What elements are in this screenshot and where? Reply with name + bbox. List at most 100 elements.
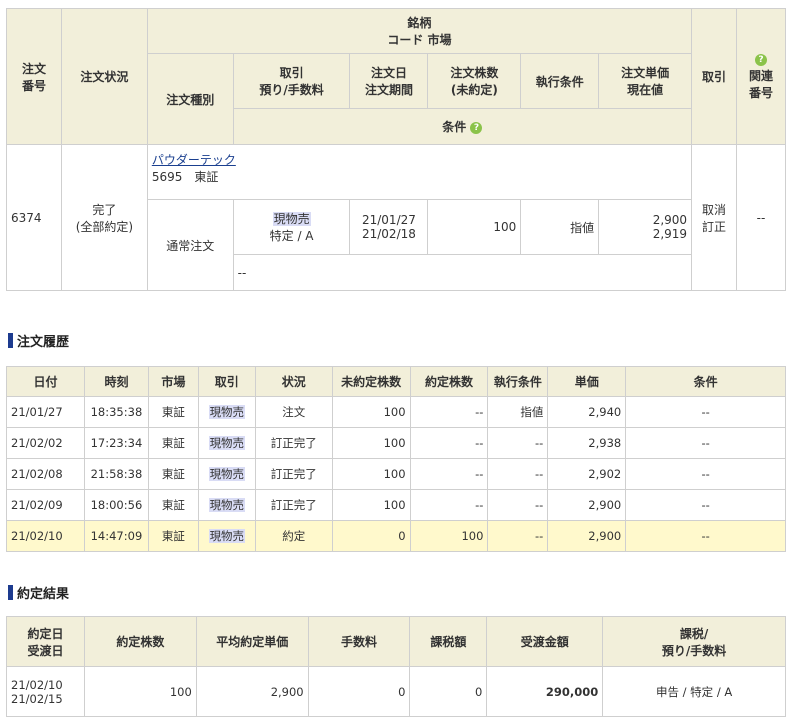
history-col-market: 市場 [147, 366, 199, 397]
unit-price-value: 2,900 2,919 [598, 199, 693, 255]
trade-value: 現物売 [272, 212, 311, 226]
table-cell: 100 [331, 427, 411, 459]
history-col-price: 単価 [547, 366, 627, 397]
stock-code-market: 5695 東証 [151, 170, 219, 184]
results-col-tax-account: 課税/ 預り/手数料 [602, 616, 786, 667]
history-col-status: 状況 [254, 366, 333, 397]
results-tax: 0 [409, 666, 488, 717]
results-col-fee: 手数料 [307, 616, 411, 667]
table-cell: 現物売 [197, 458, 256, 490]
table-cell: 18:00:56 [83, 489, 149, 521]
history-section-title: 注文履歴 [8, 331, 69, 350]
table-cell: -- [409, 396, 489, 428]
table-cell: 現物売 [197, 489, 256, 521]
related-label: 関連 番号 [748, 68, 773, 100]
table-cell: 約定 [254, 520, 333, 552]
table-cell: 訂正完了 [254, 427, 333, 459]
table-cell: 東証 [147, 458, 199, 490]
table-cell: 現物売 [197, 396, 256, 428]
table-cell: -- [625, 489, 786, 521]
section-bar-icon [8, 333, 13, 348]
table-cell: 100 [409, 520, 489, 552]
results-row: 21/02/10 21/02/15 100 2,900 0 0 290,000 … [6, 666, 786, 717]
stock-name-link[interactable]: パウダーテック [152, 153, 236, 167]
account-value: 特定 / A [269, 229, 314, 243]
col-trade: 取引 預り/手数料 [232, 53, 351, 109]
section-bar-icon [8, 585, 13, 600]
results-shares: 100 [83, 666, 197, 717]
order-detail-table: 注文 番号 注文状況 銘柄 コード 市場 取引 ? 関連 番号 注文種別 取引 … [6, 8, 787, 291]
results-avg-price: 2,900 [195, 666, 309, 717]
table-cell: 東証 [147, 396, 199, 428]
order-no-value: 6374 [6, 144, 62, 291]
table-cell: 21/02/02 [6, 427, 85, 459]
history-col-conditions: 条件 [625, 366, 786, 397]
exec-cond-value: 指値 [520, 199, 600, 255]
table-cell: 2,900 [547, 489, 627, 521]
table-cell: -- [409, 489, 489, 521]
table-cell: -- [487, 458, 549, 490]
results-header-row: 約定日 受渡日 約定株数 平均約定単価 手数料 課税額 受渡金額 課税/ 預り/… [6, 616, 786, 667]
history-col-exec-cond: 執行条件 [487, 366, 549, 397]
col-conditions: 条件 ? [232, 108, 693, 145]
help-icon[interactable]: ? [470, 121, 483, 134]
col-order-date: 注文日 注文期間 [349, 53, 429, 109]
table-cell: 2,938 [547, 427, 627, 459]
results-col-tax: 課税額 [409, 616, 488, 667]
table-cell: 21/01/27 [6, 396, 85, 428]
results-tax-account: 申告 / 特定 / A [602, 666, 786, 717]
table-cell: 東証 [147, 427, 199, 459]
related-value: -- [735, 144, 787, 291]
table-cell: 21:58:38 [83, 458, 149, 490]
history-col-date: 日付 [6, 366, 85, 397]
col-torihiki: 取引 [691, 8, 737, 145]
table-row: 21/02/08 21:58:38 東証 現物売 訂正完了 100 -- -- 2,902 -- [6, 458, 786, 490]
results-col-avg-price: 平均約定単価 [195, 616, 309, 667]
table-cell: -- [487, 489, 549, 521]
trade-value: 現物売 [208, 436, 246, 450]
col-related: ? 関連 番号 [735, 8, 787, 145]
code-market-label: コード 市場 [387, 33, 452, 47]
table-cell: 東証 [147, 520, 199, 552]
table-cell: 2,902 [547, 458, 627, 490]
col-unit-price: 注文単価 現在値 [598, 53, 693, 109]
table-cell: 100 [331, 458, 411, 490]
results-col-amount: 受渡金額 [486, 616, 604, 667]
table-cell: 18:35:38 [83, 396, 149, 428]
cancel-modify-links[interactable]: 取消 訂正 [691, 144, 737, 291]
table-cell: 100 [331, 396, 411, 428]
meigara-label: 銘柄 [407, 16, 432, 30]
table-cell: 東証 [147, 489, 199, 521]
table-row: 21/02/02 17:23:34 東証 現物売 訂正完了 100 -- -- 2,938 -- [6, 427, 786, 459]
col-meigara: 銘柄 コード 市場 [146, 8, 693, 54]
results-amount: 290,000 [486, 666, 604, 717]
table-row: 21/01/27 18:35:38 東証 現物売 注文 100 -- 指値 2,940 -- [6, 396, 786, 428]
table-cell: 14:47:09 [83, 520, 149, 552]
table-cell: 現物売 [197, 520, 256, 552]
history-col-unfilled: 未約定株数 [331, 366, 411, 397]
table-cell: -- [487, 427, 549, 459]
table-cell: 21/02/08 [6, 458, 85, 490]
col-exec-cond: 執行条件 [520, 53, 600, 109]
history-header-row: 日付 時刻 市場 取引 状況 未約定株数 約定株数 執行条件 単価 条件 [6, 366, 786, 397]
history-col-time: 時刻 [83, 366, 149, 397]
table-cell: -- [487, 520, 549, 552]
order-status-value: 完了 (全部約定) [60, 144, 148, 291]
help-icon[interactable]: ? [754, 54, 767, 66]
table-cell: 注文 [254, 396, 333, 428]
table-cell: 現物売 [197, 427, 256, 459]
order-history-table: 日付 時刻 市場 取引 状況 未約定株数 約定株数 執行条件 単価 条件 21/… [6, 366, 786, 552]
stock-cell: パウダーテック 5695 東証 [146, 144, 693, 200]
trade-value: 現物売 [208, 405, 246, 419]
table-cell: 21/02/10 [6, 520, 85, 552]
col-shares: 注文株数 (未約定) [427, 53, 522, 109]
col-status: 注文状況 [60, 8, 148, 145]
trade-value: 現物売 [208, 498, 246, 512]
table-cell: -- [409, 458, 489, 490]
results-dates: 21/02/10 21/02/15 [6, 666, 85, 717]
results-col-shares: 約定株数 [83, 616, 197, 667]
table-cell: 100 [331, 489, 411, 521]
trade-value: 現物売 [208, 529, 246, 543]
table-row: 21/02/09 18:00:56 東証 現物売 訂正完了 100 -- -- 2,900 -- [6, 489, 786, 521]
conditions-value: -- [232, 254, 693, 291]
